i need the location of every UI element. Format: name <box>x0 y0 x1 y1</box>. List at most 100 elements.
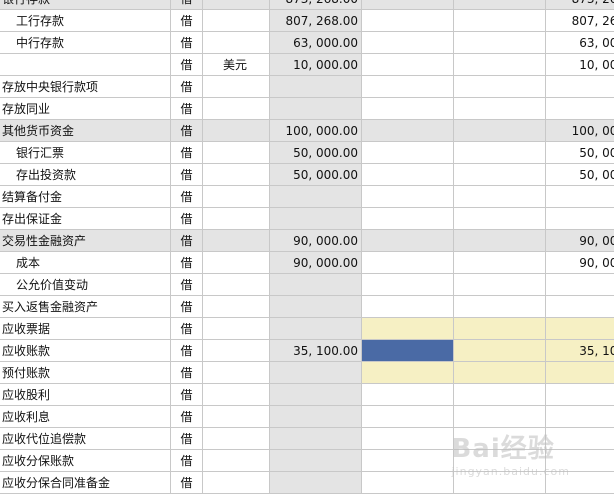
credit-cell[interactable] <box>454 318 546 340</box>
opening-balance-cell[interactable] <box>270 406 362 428</box>
direction-cell[interactable]: 借 <box>171 406 203 428</box>
account-name-cell[interactable]: 交易性金融资产 <box>0 230 171 252</box>
opening-balance-cell[interactable] <box>270 98 362 120</box>
credit-cell[interactable] <box>454 384 546 406</box>
currency-cell[interactable] <box>203 252 270 274</box>
account-name-cell[interactable]: 存放同业 <box>0 98 171 120</box>
opening-balance-cell[interactable] <box>270 296 362 318</box>
ending-balance-cell[interactable] <box>546 318 614 340</box>
opening-balance-cell[interactable] <box>270 362 362 384</box>
ending-balance-cell[interactable]: 807, 268 <box>546 10 614 32</box>
ending-balance-cell[interactable]: 90, 000 <box>546 230 614 252</box>
debit-cell[interactable] <box>362 384 454 406</box>
debit-cell[interactable] <box>362 406 454 428</box>
direction-cell[interactable]: 借 <box>171 32 203 54</box>
account-name-cell[interactable]: 应收账款 <box>0 340 171 362</box>
ending-balance-cell[interactable] <box>546 362 614 384</box>
opening-balance-cell[interactable]: 90, 000.00 <box>270 230 362 252</box>
account-name-cell[interactable] <box>0 54 171 76</box>
opening-balance-cell[interactable]: 10, 000.00 <box>270 54 362 76</box>
table-row[interactable]: 应收利息借 <box>0 406 614 428</box>
currency-cell[interactable] <box>203 362 270 384</box>
debit-cell[interactable] <box>362 296 454 318</box>
direction-cell[interactable]: 借 <box>171 450 203 472</box>
credit-cell[interactable] <box>454 362 546 384</box>
direction-cell[interactable]: 借 <box>171 120 203 142</box>
opening-balance-cell[interactable] <box>270 208 362 230</box>
account-name-cell[interactable]: 结算备付金 <box>0 186 171 208</box>
table-row[interactable]: 预付账款借 <box>0 362 614 384</box>
debit-cell[interactable] <box>362 120 454 142</box>
opening-balance-cell[interactable]: 873, 268.00 <box>270 0 362 10</box>
credit-cell[interactable] <box>454 252 546 274</box>
debit-cell[interactable] <box>362 0 454 10</box>
opening-balance-cell[interactable] <box>270 384 362 406</box>
credit-cell[interactable] <box>454 32 546 54</box>
currency-cell[interactable] <box>203 274 270 296</box>
currency-cell[interactable] <box>203 10 270 32</box>
account-name-cell[interactable]: 中行存款 <box>0 32 171 54</box>
currency-cell[interactable] <box>203 142 270 164</box>
ending-balance-cell[interactable]: 10, 000 <box>546 54 614 76</box>
account-name-cell[interactable]: 应收代位追偿款 <box>0 428 171 450</box>
credit-cell[interactable] <box>454 142 546 164</box>
table-row[interactable]: 成本借 90, 000.00 90, 000 <box>0 252 614 274</box>
account-name-cell[interactable]: 应收分保合同准备金 <box>0 472 171 494</box>
direction-cell[interactable]: 借 <box>171 208 203 230</box>
credit-cell[interactable] <box>454 274 546 296</box>
credit-cell[interactable] <box>454 120 546 142</box>
debit-cell[interactable] <box>362 252 454 274</box>
opening-balance-cell[interactable]: 63, 000.00 <box>270 32 362 54</box>
account-name-cell[interactable]: 银行存款 <box>0 0 171 10</box>
currency-cell[interactable] <box>203 32 270 54</box>
account-name-cell[interactable]: 存出投资款 <box>0 164 171 186</box>
debit-cell[interactable] <box>362 208 454 230</box>
opening-balance-cell[interactable] <box>270 274 362 296</box>
account-name-cell[interactable]: 预付账款 <box>0 362 171 384</box>
debit-cell[interactable] <box>362 318 454 340</box>
table-row[interactable]: 应收股利借 <box>0 384 614 406</box>
ending-balance-cell[interactable]: 100, 000 <box>546 120 614 142</box>
credit-cell[interactable] <box>454 0 546 10</box>
opening-balance-cell[interactable]: 100, 000.00 <box>270 120 362 142</box>
account-name-cell[interactable]: 应收分保账款 <box>0 450 171 472</box>
credit-cell[interactable] <box>454 10 546 32</box>
direction-cell[interactable]: 借 <box>171 274 203 296</box>
table-row[interactable]: 应收票据借 <box>0 318 614 340</box>
currency-cell[interactable] <box>203 120 270 142</box>
credit-cell[interactable] <box>454 186 546 208</box>
ending-balance-cell[interactable]: 90, 000 <box>546 252 614 274</box>
ending-balance-cell[interactable]: 63, 000 <box>546 32 614 54</box>
opening-balance-cell[interactable] <box>270 450 362 472</box>
ending-balance-cell[interactable]: 873, 268 <box>546 0 614 10</box>
debit-cell[interactable] <box>362 186 454 208</box>
credit-cell[interactable] <box>454 164 546 186</box>
ending-balance-cell[interactable] <box>546 274 614 296</box>
debit-cell[interactable] <box>362 428 454 450</box>
account-name-cell[interactable]: 公允价值变动 <box>0 274 171 296</box>
debit-cell[interactable] <box>362 54 454 76</box>
credit-cell[interactable] <box>454 54 546 76</box>
opening-balance-cell[interactable]: 50, 000.00 <box>270 142 362 164</box>
currency-cell[interactable] <box>203 76 270 98</box>
credit-cell[interactable] <box>454 98 546 120</box>
currency-cell[interactable] <box>203 318 270 340</box>
ending-balance-cell[interactable] <box>546 384 614 406</box>
direction-cell[interactable]: 借 <box>171 54 203 76</box>
currency-cell[interactable] <box>203 164 270 186</box>
table-row[interactable]: 银行汇票借 50, 000.00 50, 000 <box>0 142 614 164</box>
direction-cell[interactable]: 借 <box>171 0 203 10</box>
ending-balance-cell[interactable]: 50, 000 <box>546 142 614 164</box>
currency-cell[interactable] <box>203 208 270 230</box>
account-name-cell[interactable]: 应收利息 <box>0 406 171 428</box>
opening-balance-cell[interactable] <box>270 472 362 494</box>
ending-balance-cell[interactable] <box>546 76 614 98</box>
debit-cell[interactable] <box>362 32 454 54</box>
opening-balance-cell[interactable] <box>270 428 362 450</box>
debit-cell[interactable] <box>362 98 454 120</box>
direction-cell[interactable]: 借 <box>171 98 203 120</box>
ending-balance-cell[interactable]: 50, 000 <box>546 164 614 186</box>
credit-cell[interactable] <box>454 208 546 230</box>
opening-balance-cell[interactable] <box>270 76 362 98</box>
currency-cell[interactable] <box>203 384 270 406</box>
